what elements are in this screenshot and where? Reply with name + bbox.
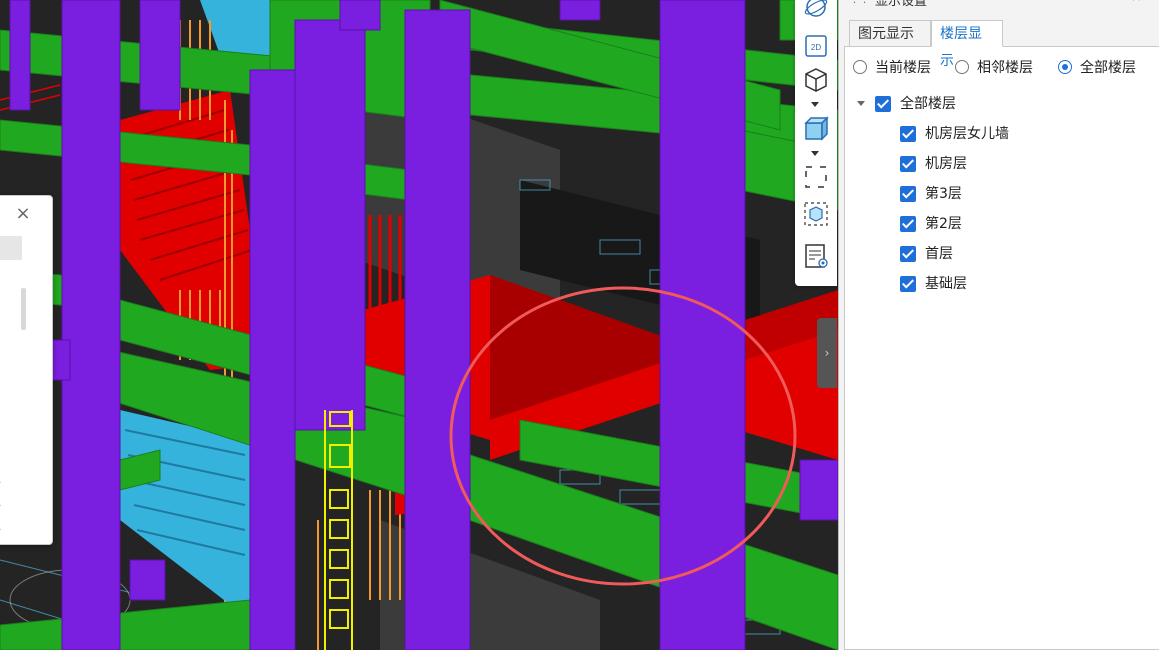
chevron-down-icon[interactable] bbox=[811, 102, 819, 107]
svg-text:2D: 2D bbox=[811, 43, 821, 52]
checkbox-icon[interactable] bbox=[875, 96, 891, 112]
checkbox-icon[interactable] bbox=[900, 186, 916, 202]
display-settings-icon[interactable] bbox=[803, 243, 829, 269]
dashed-frame-icon[interactable] bbox=[803, 164, 829, 190]
list-item: .. bbox=[0, 476, 1, 486]
view-3d-cube-icon[interactable] bbox=[803, 67, 829, 93]
close-icon[interactable]: × bbox=[13, 204, 33, 224]
tab-element-display[interactable]: 图元显示 bbox=[849, 20, 931, 47]
drag-grip-icon[interactable]: ⋮⋮ bbox=[849, 0, 870, 5]
radio-icon[interactable] bbox=[955, 60, 969, 74]
view-2d-icon[interactable]: 2D bbox=[803, 33, 829, 59]
checkbox-icon[interactable] bbox=[900, 276, 916, 292]
close-icon[interactable]: × bbox=[1131, 0, 1142, 5]
panel-header[interactable]: ⋮⋮ 显示设置 × bbox=[839, 0, 1159, 10]
panel-title: 显示设置 bbox=[875, 0, 928, 9]
orbit-icon[interactable] bbox=[803, 0, 829, 20]
floating-dialog[interactable]: × .. .. .. bbox=[0, 195, 53, 545]
checkbox-icon[interactable] bbox=[900, 246, 916, 262]
building-model-render[interactable] bbox=[0, 0, 838, 650]
3d-model-viewport[interactable]: × .. .. .. bbox=[0, 0, 838, 650]
radio-icon[interactable] bbox=[1058, 60, 1072, 74]
selected-cube-icon[interactable] bbox=[803, 201, 829, 227]
panel-collapse-handle[interactable]: › bbox=[817, 318, 837, 388]
view-toolbar: 2D bbox=[795, 0, 837, 286]
scrollbar[interactable] bbox=[21, 288, 26, 330]
expand-caret-icon[interactable] bbox=[857, 101, 865, 106]
list-item: .. bbox=[0, 523, 1, 533]
radio-icon[interactable] bbox=[853, 60, 867, 74]
dialog-header-cell bbox=[0, 236, 22, 260]
chevron-down-icon[interactable] bbox=[811, 151, 819, 156]
checkbox-icon[interactable] bbox=[900, 216, 916, 232]
list-item: .. bbox=[0, 499, 1, 509]
solid-box-icon[interactable] bbox=[803, 116, 829, 142]
tab-floor-display[interactable]: 楼层显示 bbox=[931, 20, 1003, 69]
checkbox-icon[interactable] bbox=[900, 126, 916, 142]
display-settings-panel: ⋮⋮ 显示设置 × 图元显示 楼层显示 当前楼层 相邻楼层 全部楼层 全部楼层 … bbox=[838, 0, 1159, 650]
checkbox-icon[interactable] bbox=[900, 156, 916, 172]
